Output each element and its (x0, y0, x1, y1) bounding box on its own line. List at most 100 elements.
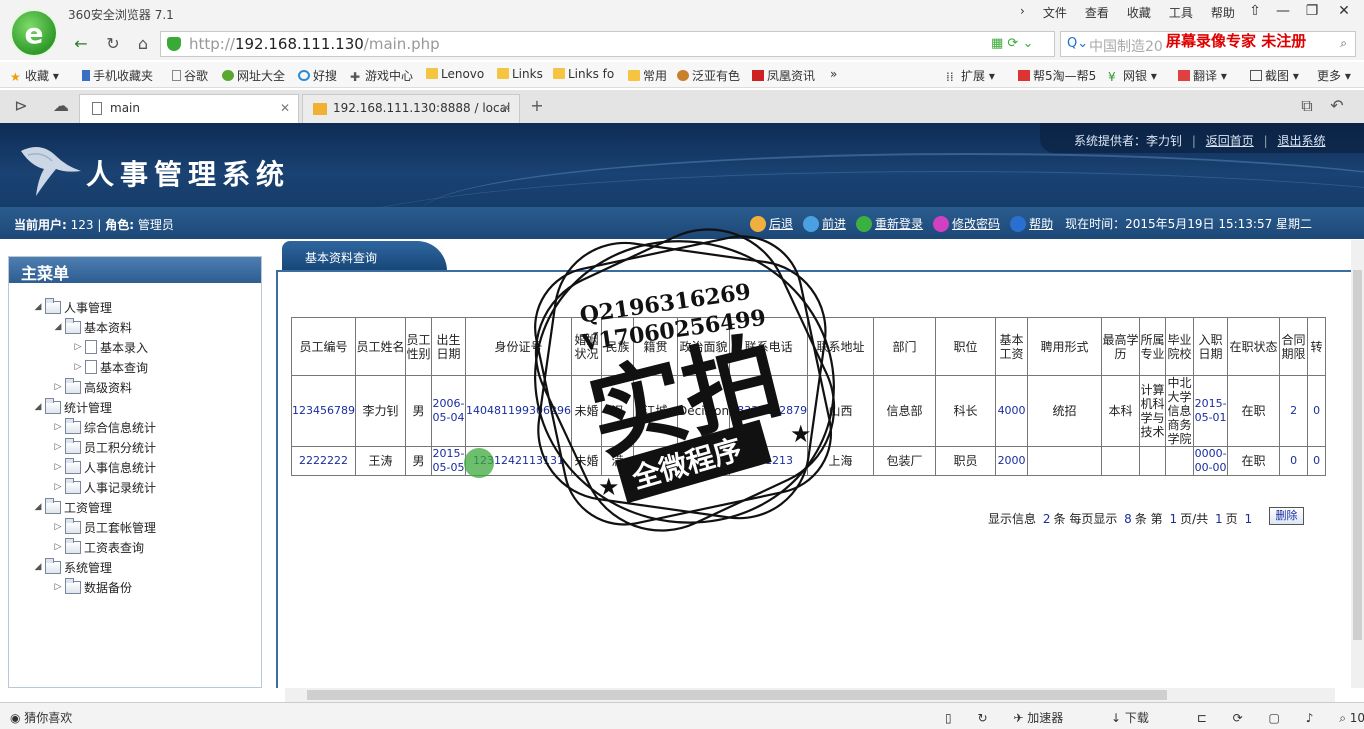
bookmark-mobile[interactable]: 手机收藏夹 (82, 67, 153, 84)
bookmark-links-fo[interactable]: Links fo (553, 67, 614, 81)
minimize-button[interactable]: — (1268, 0, 1298, 24)
ext-extensions[interactable]: ⁞⁞ 扩展 ▾ (946, 67, 995, 84)
download-button[interactable]: ↓ 下载 (1111, 711, 1171, 725)
new-tab-icon[interactable]: + (524, 94, 550, 118)
ext-screenshot[interactable]: 截图 ▾ (1250, 67, 1299, 84)
window-icon[interactable]: ▢ (1269, 711, 1280, 725)
sidebar-item[interactable]: ▷ 数据备份 (51, 577, 132, 597)
menu-help[interactable]: 帮助 (1211, 4, 1235, 21)
table-row[interactable]: 2222222 王涛男 2015-05-05 1231242113131 未婚满 1531… (291, 446, 1327, 476)
pager-page-link[interactable]: 1 (1245, 512, 1253, 526)
collapsed-triangle-icon[interactable]: ▷ (51, 382, 65, 392)
collapsed-triangle-icon[interactable]: ▷ (71, 342, 85, 352)
search-icon[interactable]: ⌕ (1340, 36, 1347, 51)
menu-favorites[interactable]: 收藏 (1127, 4, 1151, 21)
expanded-triangle-icon[interactable]: ◢ (31, 562, 45, 572)
back-arrow-icon[interactable]: ← (68, 32, 94, 56)
ext-more[interactable]: 更多 ▾ (1317, 67, 1351, 84)
collapsed-triangle-icon[interactable]: ▷ (51, 582, 65, 592)
cloud-icon[interactable]: ☁ (48, 94, 74, 118)
collapsed-triangle-icon[interactable]: ▷ (51, 442, 65, 452)
close-window-button[interactable]: ✕ (1329, 0, 1359, 24)
sidebar-item[interactable]: ◢ 工资管理 (31, 497, 112, 517)
home-icon[interactable]: ⌂ (130, 32, 156, 56)
bookmark-lenovo[interactable]: Lenovo (426, 67, 484, 81)
sidebar-item[interactable]: ▷ 综合信息统计 (51, 417, 156, 437)
menu-chevron-icon[interactable]: › (1020, 4, 1025, 21)
sidebar-item[interactable]: ◢ 系统管理 (31, 557, 112, 577)
collapsed-triangle-icon[interactable]: ▷ (51, 462, 65, 472)
expanded-triangle-icon[interactable]: ◢ (31, 502, 45, 512)
undo-icon[interactable]: ↶ (1324, 94, 1350, 118)
collapsed-triangle-icon[interactable]: ▷ (51, 422, 65, 432)
collapsed-triangle-icon[interactable]: ▷ (51, 522, 65, 532)
layout-icon[interactable]: ⊏ (1197, 711, 1207, 725)
sidebar-item[interactable]: ◢ 基本资料 (51, 317, 132, 337)
refresh-icon[interactable]: ↻ (977, 711, 987, 725)
bookmark-common[interactable]: 常用 (628, 67, 667, 84)
refresh-icon[interactable]: ↻ (100, 32, 126, 56)
main-tab-title[interactable]: 基本资料查询 (282, 241, 447, 271)
search-engine-icon[interactable]: Q⌄ (1067, 36, 1088, 51)
status-left[interactable]: ◉ 猜你喜欢 (10, 709, 72, 726)
logout-link[interactable]: 退出系统 (1277, 134, 1325, 148)
sidebar-item[interactable]: ▷ 基本录入 (71, 337, 148, 357)
phone-icon[interactable]: ▯ (945, 711, 952, 725)
pin-icon[interactable]: ⇧ (1240, 0, 1270, 24)
close-tab-icon[interactable]: ✕ (501, 101, 511, 115)
ext-translate[interactable]: 翻译 ▾ (1178, 67, 1227, 84)
accelerator-button[interactable]: ✈ 加速器 (1013, 711, 1085, 725)
sidebar-item[interactable]: ▷ 基本查询 (71, 357, 148, 377)
sidebar-item[interactable]: ▷ 员工套帐管理 (51, 517, 156, 537)
collapsed-triangle-icon[interactable]: ▷ (51, 482, 65, 492)
bookmark-fanya[interactable]: 泛亚有色 (677, 67, 740, 84)
table-row[interactable]: 123456789 李力钊男 2006-05-04 140481199306296 未婚… (291, 375, 1327, 447)
bookmark-ifeng[interactable]: 凤凰资讯 (752, 67, 815, 84)
bookmarks-more-icon[interactable]: » (830, 67, 837, 81)
sidebar-item[interactable]: ▷ 员工积分统计 (51, 437, 156, 457)
bookmark-links[interactable]: Links (497, 67, 543, 81)
sound-icon[interactable]: ♪ (1306, 711, 1314, 725)
sidebar-toggle-icon[interactable]: ⊳ (8, 94, 34, 118)
horizontal-scrollbar[interactable] (285, 688, 1335, 702)
back-button[interactable]: 后退 (750, 215, 793, 232)
menu-file[interactable]: 文件 (1043, 4, 1067, 21)
sync-icon[interactable]: ⟳ (1233, 711, 1243, 725)
forward-button[interactable]: 前进 (803, 215, 846, 232)
expanded-triangle-icon[interactable]: ◢ (51, 322, 65, 332)
scroll-thumb[interactable] (1353, 270, 1362, 640)
vertical-scrollbar[interactable] (1351, 240, 1364, 688)
maximize-button[interactable]: ❐ (1297, 0, 1327, 24)
delete-button[interactable]: 删除 (1269, 507, 1304, 525)
expanded-triangle-icon[interactable]: ◢ (31, 402, 45, 412)
collapsed-triangle-icon[interactable]: ▷ (71, 362, 85, 372)
ext-bang5[interactable]: 帮5淘—帮5 (1018, 67, 1096, 84)
bookmark-favorites[interactable]: ★ 收藏 ▾ (10, 67, 59, 84)
menu-tools[interactable]: 工具 (1169, 4, 1193, 21)
collapsed-triangle-icon[interactable]: ▷ (51, 542, 65, 552)
relogin-button[interactable]: 重新登录 (856, 215, 923, 232)
bookmark-haosou[interactable]: 好搜 (298, 67, 337, 84)
tab-main[interactable]: main ✕ (79, 94, 299, 123)
close-tab-icon[interactable]: ✕ (280, 101, 290, 115)
home-link[interactable]: 返回首页 (1206, 134, 1254, 148)
qr-code-icon[interactable]: ▦ ⟳ ⌄ (991, 36, 1033, 51)
bookmark-google[interactable]: 谷歌 (172, 67, 208, 84)
tab-phpmyadmin[interactable]: 192.168.111.130:8888 / local ✕ (302, 94, 520, 123)
bookmark-games[interactable]: ✚ 游戏中心 (350, 67, 413, 84)
zoom-level[interactable]: ⌕ 100% (1339, 711, 1364, 725)
sidebar-item[interactable]: ▷ 工资表查询 (51, 537, 144, 557)
url-input[interactable]: http://192.168.111.130/main.php ▦ ⟳ ⌄ (160, 31, 1055, 57)
sidebar-item[interactable]: ▷ 人事信息统计 (51, 457, 156, 477)
help-button[interactable]: 帮助 (1010, 215, 1053, 232)
change-password-button[interactable]: 修改密码 (933, 215, 1000, 232)
ext-bank[interactable]: ¥ 网银 ▾ (1108, 67, 1157, 84)
sidebar-item[interactable]: ▷ 高级资料 (51, 377, 132, 397)
sidebar-item[interactable]: ◢ 统计管理 (31, 397, 112, 417)
scroll-thumb[interactable] (307, 690, 1167, 700)
menu-view[interactable]: 查看 (1085, 4, 1109, 21)
sidebar-item[interactable]: ▷ 人事记录统计 (51, 477, 156, 497)
sidebar-item[interactable]: ◢ 人事管理 (31, 297, 112, 317)
expanded-triangle-icon[interactable]: ◢ (31, 302, 45, 312)
restore-tab-icon[interactable]: ⧉ (1294, 94, 1320, 118)
